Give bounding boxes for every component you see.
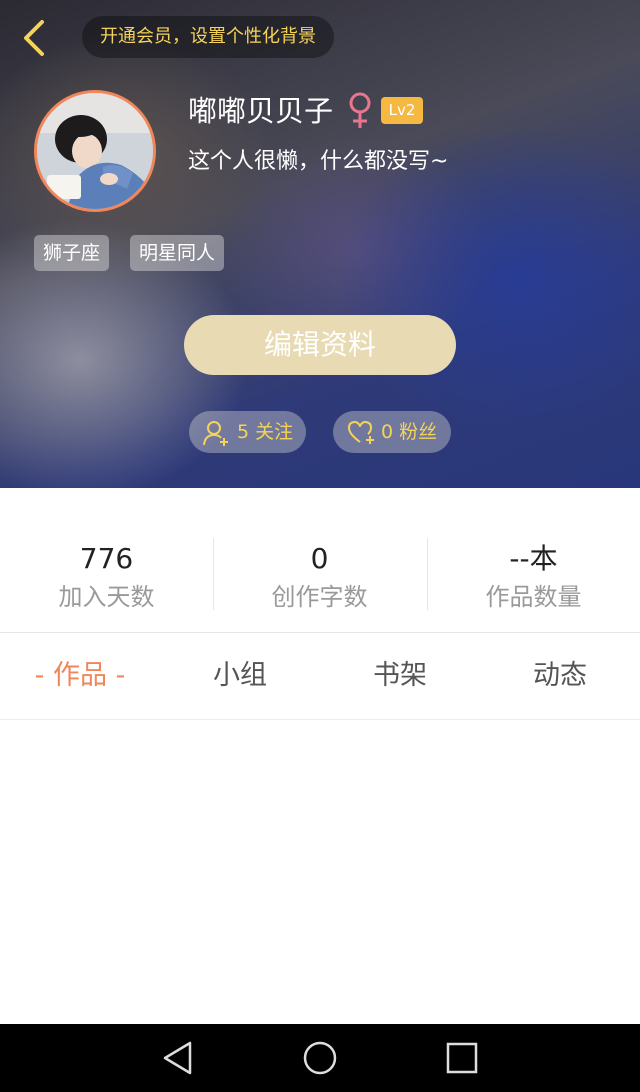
tag-zodiac[interactable]: 狮子座 bbox=[34, 235, 110, 271]
following-label: 5 关注 bbox=[237, 421, 294, 443]
stat-label: 加入天数 bbox=[58, 583, 155, 611]
stat-word-count: 0 创作字数 bbox=[213, 488, 426, 632]
square-recents-icon bbox=[446, 1042, 478, 1074]
back-button[interactable] bbox=[18, 18, 54, 58]
stat-value: --本 bbox=[509, 542, 558, 575]
stat-value: 776 bbox=[79, 542, 134, 575]
nav-back-button[interactable] bbox=[158, 1038, 198, 1078]
stat-works-count: --本 作品数量 bbox=[427, 488, 640, 632]
tab-works[interactable]: - 作品 - bbox=[20, 633, 140, 719]
stat-value: 0 bbox=[310, 542, 329, 575]
heart-add-icon bbox=[348, 421, 374, 444]
stat-label: 作品数量 bbox=[485, 583, 582, 611]
level-badge: Lv2 bbox=[381, 97, 423, 124]
stat-join-days: 776 加入天数 bbox=[0, 488, 213, 632]
stats-bar: 776 加入天数 0 创作字数 --本 作品数量 bbox=[0, 488, 640, 633]
edit-profile-button[interactable]: 编辑资料 bbox=[184, 315, 456, 375]
stat-label: 创作字数 bbox=[271, 583, 368, 611]
tab-activity[interactable]: 动态 bbox=[500, 633, 620, 719]
user-add-icon bbox=[203, 421, 228, 446]
avatar-photo bbox=[37, 93, 153, 209]
tab-bookshelf[interactable]: 书架 bbox=[340, 633, 460, 719]
user-bio: 这个人很懒，什么都没写~ bbox=[188, 149, 449, 174]
profile-tabs: - 作品 - 小组 书架 动态 bbox=[0, 633, 640, 720]
system-navigation-bar bbox=[0, 1024, 640, 1092]
tab-groups[interactable]: 小组 bbox=[180, 633, 300, 719]
triangle-back-icon bbox=[163, 1041, 192, 1075]
following-button[interactable]: 5 关注 bbox=[189, 411, 306, 453]
tag-interest[interactable]: 明星同人 bbox=[130, 235, 225, 271]
username: 嘟嘟贝贝子 bbox=[188, 94, 334, 128]
avatar[interactable] bbox=[34, 90, 156, 212]
female-icon bbox=[345, 90, 375, 130]
fans-label: 0 粉丝 bbox=[381, 421, 438, 443]
nav-recents-button[interactable] bbox=[442, 1038, 482, 1078]
fans-button[interactable]: 0 粉丝 bbox=[333, 411, 451, 453]
nav-home-button[interactable] bbox=[300, 1038, 340, 1078]
chevron-left-icon bbox=[24, 20, 44, 56]
vip-promo-banner[interactable]: 开通会员，设置个性化背景 bbox=[82, 16, 334, 58]
circle-home-icon bbox=[303, 1041, 337, 1075]
profile-header-background: 开通会员，设置个性化背景 嘟嘟贝贝子 Lv2 这个人很懒，什么都没写~ 狮子座 … bbox=[0, 0, 640, 488]
